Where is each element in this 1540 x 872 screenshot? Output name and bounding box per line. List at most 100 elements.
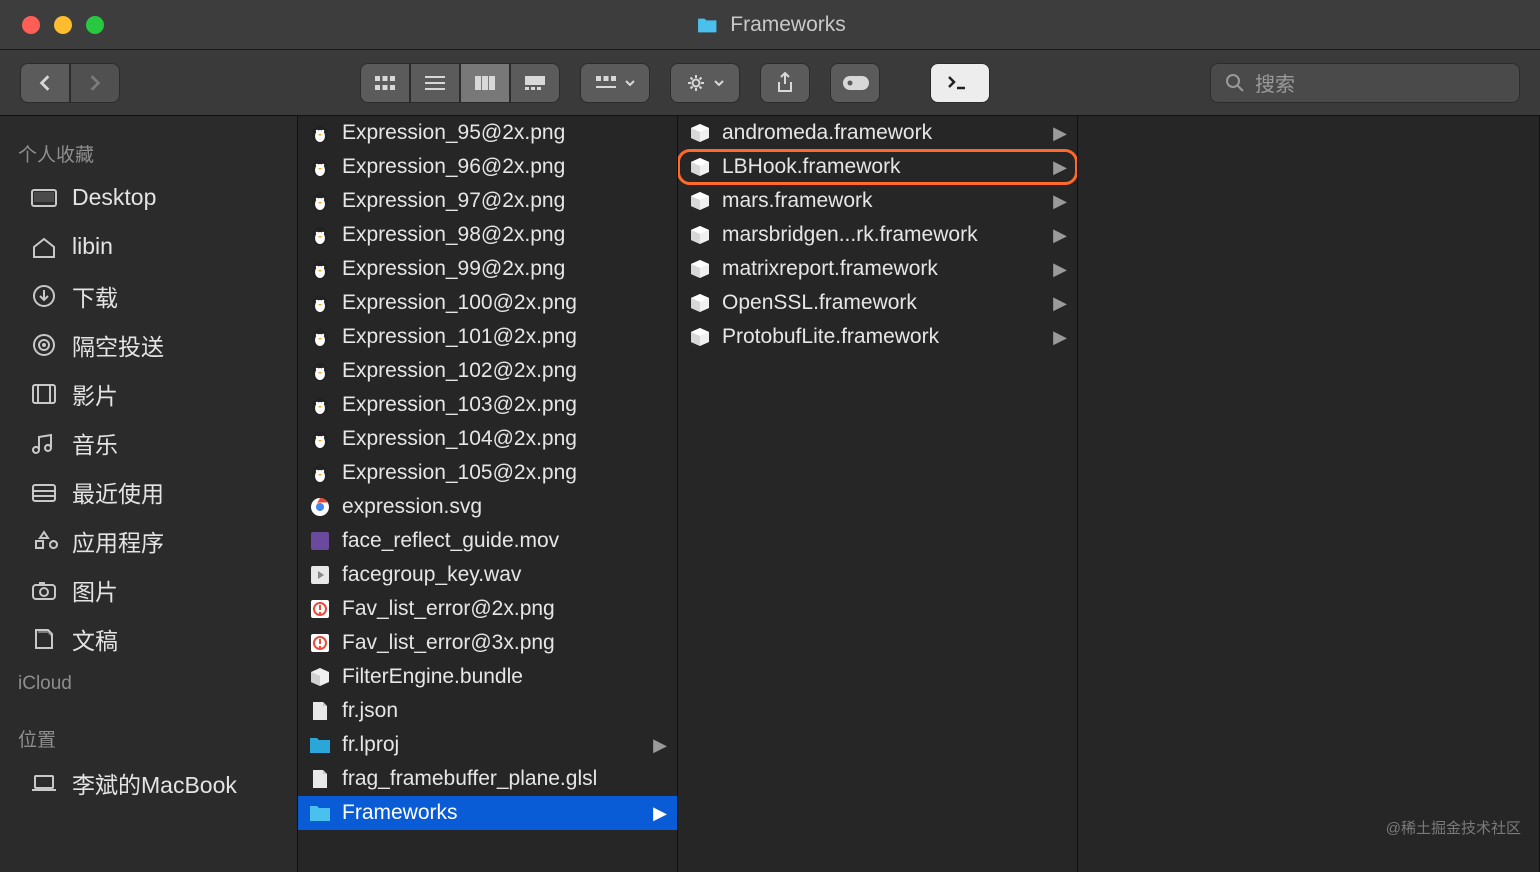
arrange-icon [595, 75, 617, 91]
main-area: 个人收藏 Desktoplibin下载隔空投送影片音乐最近使用应用程序图片文稿 … [0, 116, 1540, 872]
file-row[interactable]: Expression_103@2x.png [298, 388, 677, 422]
file-name: fr.lproj [342, 733, 399, 757]
share-icon [776, 72, 794, 94]
chevron-down-icon [625, 80, 635, 86]
wav-icon [308, 563, 332, 587]
file-row[interactable]: frag_framebuffer_plane.glsl [298, 762, 677, 796]
sidebar-item[interactable]: 李斌的MacBook [0, 758, 297, 807]
gallery-icon [524, 75, 546, 91]
penguin-icon [308, 155, 332, 179]
file-row[interactable]: Expression_95@2x.png [298, 116, 677, 150]
column-2[interactable]: andromeda.framework▶LBHook.framework▶mar… [678, 116, 1078, 872]
file-row[interactable]: ProtobufLite.framework▶ [678, 320, 1077, 354]
icon-view-button[interactable] [360, 63, 410, 103]
sidebar-item[interactable]: 音乐 [0, 418, 297, 467]
sidebar-item[interactable]: 隔空投送 [0, 320, 297, 369]
file-name: Expression_96@2x.png [342, 155, 565, 179]
file-name: face_reflect_guide.mov [342, 529, 559, 553]
file-name: Expression_99@2x.png [342, 257, 565, 281]
action-menu-button[interactable] [670, 63, 740, 103]
file-row[interactable]: Expression_98@2x.png [298, 218, 677, 252]
file-row[interactable]: Expression_102@2x.png [298, 354, 677, 388]
forward-button[interactable] [70, 63, 120, 103]
framework-icon [688, 325, 712, 349]
file-row[interactable]: Expression_96@2x.png [298, 150, 677, 184]
arrange-button[interactable] [580, 63, 650, 103]
sidebar-item[interactable]: 最近使用 [0, 467, 297, 516]
search-field[interactable]: 搜索 [1210, 63, 1520, 103]
tag-icon [841, 74, 869, 92]
file-row[interactable]: face_reflect_guide.mov [298, 524, 677, 558]
column-1[interactable]: Expression_95@2x.png Expression_96@2x.png… [298, 116, 678, 872]
framework-icon [688, 257, 712, 281]
file-name: Fav_list_error@2x.png [342, 597, 555, 621]
column-view-button[interactable] [460, 63, 510, 103]
file-row[interactable]: andromeda.framework▶ [678, 116, 1077, 150]
file-row[interactable]: Expression_99@2x.png [298, 252, 677, 286]
window-title: Frameworks [694, 13, 846, 37]
file-icon [308, 699, 332, 723]
sidebar-item-label: 音乐 [72, 426, 118, 460]
file-row[interactable]: Expression_97@2x.png [298, 184, 677, 218]
file-name: andromeda.framework [722, 121, 932, 145]
file-row[interactable]: Expression_104@2x.png [298, 422, 677, 456]
file-row[interactable]: fr.lproj▶ [298, 728, 677, 762]
file-row[interactable]: fr.json [298, 694, 677, 728]
list-view-button[interactable] [410, 63, 460, 103]
sidebar-section-icloud: iCloud [0, 663, 297, 701]
view-mode-group [360, 63, 560, 103]
chevron-right-icon: ▶ [1053, 225, 1067, 246]
file-name: Expression_97@2x.png [342, 189, 565, 213]
tags-button[interactable] [830, 63, 880, 103]
penguin-icon [308, 291, 332, 315]
sidebar-item[interactable]: 文稿 [0, 614, 297, 663]
file-name: Fav_list_error@3x.png [342, 631, 555, 655]
file-row[interactable]: Frameworks▶ [298, 796, 677, 830]
sidebar-item[interactable]: 应用程序 [0, 516, 297, 565]
file-row[interactable]: Expression_101@2x.png [298, 320, 677, 354]
search-icon [1225, 73, 1245, 93]
sidebar-item[interactable]: libin [0, 222, 297, 271]
penguin-icon [308, 461, 332, 485]
file-row[interactable]: facegroup_key.wav [298, 558, 677, 592]
file-name: OpenSSL.framework [722, 291, 917, 315]
terminal-button[interactable] [930, 63, 990, 103]
bundle-icon [308, 665, 332, 689]
penguin-icon [308, 427, 332, 451]
file-row[interactable]: mars.framework▶ [678, 184, 1077, 218]
gallery-view-button[interactable] [510, 63, 560, 103]
sidebar-item-label: 李斌的MacBook [72, 766, 237, 800]
file-row[interactable]: OpenSSL.framework▶ [678, 286, 1077, 320]
folder-icon [308, 733, 332, 757]
sidebar-item-label: 图片 [72, 573, 118, 607]
file-row[interactable]: expression.svg [298, 490, 677, 524]
file-row[interactable]: FilterEngine.bundle [298, 660, 677, 694]
sidebar-section-favorites: 个人收藏 [0, 130, 297, 173]
file-row[interactable]: LBHook.framework▶ [678, 150, 1077, 184]
file-row[interactable]: marsbridgen...rk.framework▶ [678, 218, 1077, 252]
traffic-lights [0, 16, 104, 34]
window-minimize-button[interactable] [54, 16, 72, 34]
sidebar-item-label: Desktop [72, 184, 156, 211]
sidebar-item[interactable]: Desktop [0, 173, 297, 222]
file-row[interactable]: matrixreport.framework▶ [678, 252, 1077, 286]
chevron-left-icon [38, 74, 52, 92]
file-row[interactable]: Fav_list_error@3x.png [298, 626, 677, 660]
window-maximize-button[interactable] [86, 16, 104, 34]
sidebar-item[interactable]: 下载 [0, 271, 297, 320]
back-button[interactable] [20, 63, 70, 103]
file-row[interactable]: Expression_105@2x.png [298, 456, 677, 490]
sidebar-item[interactable]: 影片 [0, 369, 297, 418]
file-row[interactable]: Expression_100@2x.png [298, 286, 677, 320]
grid-icon [374, 75, 396, 91]
window-close-button[interactable] [22, 16, 40, 34]
group-by-group [580, 63, 650, 103]
error-icon [308, 631, 332, 655]
sidebar-item[interactable]: 图片 [0, 565, 297, 614]
folder-icon [694, 14, 720, 36]
error-icon [308, 597, 332, 621]
penguin-icon [308, 359, 332, 383]
penguin-icon [308, 393, 332, 417]
file-row[interactable]: Fav_list_error@2x.png [298, 592, 677, 626]
share-button[interactable] [760, 63, 810, 103]
